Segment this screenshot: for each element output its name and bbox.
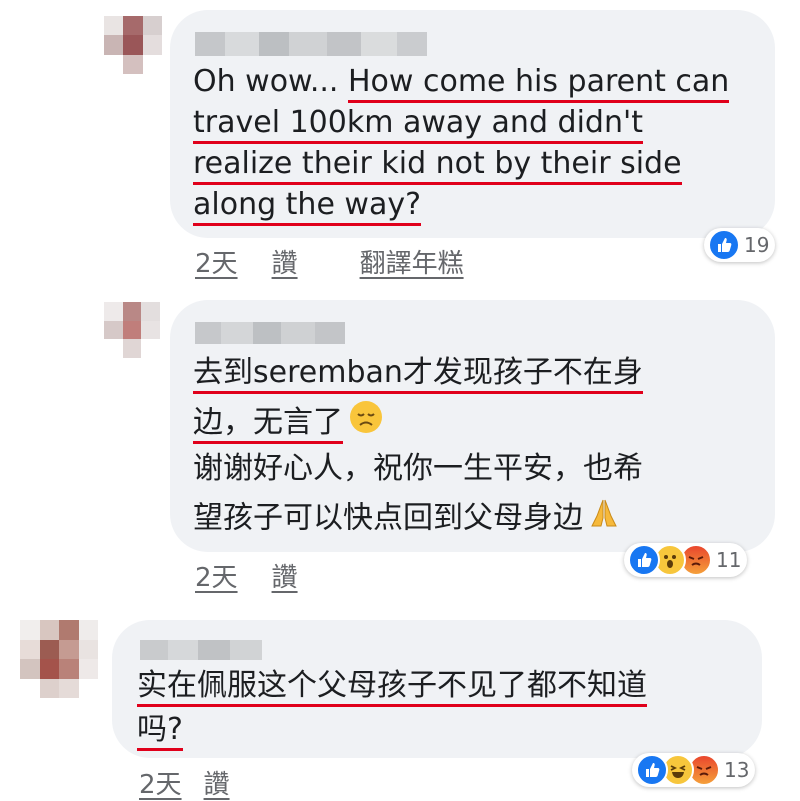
comment-line: 谢谢好心人，祝你一生平安，也希 (193, 451, 643, 486)
reaction-count: 19 (744, 233, 770, 257)
comment-line: 望孩子可以快点回到父母身边 (193, 496, 643, 544)
comment-line: travel 100km away and didn't (193, 104, 729, 145)
reactions-summary[interactable]: 19 (704, 228, 776, 262)
timestamp-link[interactable]: 2天 (139, 764, 182, 801)
like-button[interactable]: 讚 (272, 557, 298, 594)
reactions-summary[interactable]: 11 (624, 543, 748, 577)
comment-line: 吗? (137, 710, 647, 754)
avatar[interactable] (104, 16, 162, 74)
like-button[interactable]: 讚 (272, 243, 298, 280)
highlighted-text: How come his parent can (347, 64, 730, 103)
like-icon (708, 229, 740, 261)
timestamp-link[interactable]: 2天 (195, 557, 238, 594)
highlighted-text: 边，无言了 (193, 404, 343, 444)
like-icon (628, 544, 660, 576)
comment-text: 去到seremban才发现孩子不在身 边，无言了 谢谢好心人，祝你一生平安，也希… (193, 352, 643, 544)
comment-line: 边，无言了 (193, 400, 643, 448)
highlighted-text: along the way? (193, 187, 422, 226)
comment-actions: 2天 讚 (139, 764, 230, 801)
like-icon (636, 754, 668, 786)
avatar[interactable] (104, 302, 160, 358)
comment-actions: 2天 讚 翻譯年糕 (195, 243, 464, 280)
comment-line: Oh wow... How come his parent can (193, 63, 730, 104)
like-button[interactable]: 讚 (204, 764, 230, 801)
commenter-name-blurred[interactable] (195, 322, 345, 344)
comment-actions: 2天 讚 (195, 557, 298, 594)
comment-line: 去到seremban才发现孩子不在身 (193, 352, 643, 400)
translate-button[interactable]: 翻譯年糕 (360, 243, 464, 280)
folded-hands-icon (587, 496, 621, 542)
comment-line: realize their kid not by their side (193, 145, 729, 186)
highlighted-text: 去到seremban才发现孩子不在身 (193, 355, 643, 394)
commenter-name-blurred[interactable] (195, 32, 427, 56)
reaction-count: 11 (716, 548, 742, 572)
comment-line: 实在佩服这个父母孩子不见了都不知道 (137, 666, 647, 710)
timestamp-link[interactable]: 2天 (195, 243, 238, 280)
comment-text: 实在佩服这个父母孩子不见了都不知道 吗? (137, 666, 647, 754)
comment-line: along the way? (193, 186, 729, 227)
disappointed-face-icon (349, 400, 383, 446)
highlighted-text: travel 100km away and didn't (193, 105, 643, 144)
reaction-count: 13 (724, 758, 750, 782)
highlighted-text: 实在佩服这个父母孩子不见了都不知道 (137, 668, 647, 707)
avatar[interactable] (20, 620, 98, 698)
reactions-summary[interactable]: 13 (632, 753, 756, 787)
commenter-name-blurred[interactable] (140, 640, 262, 660)
highlighted-text: 吗? (137, 712, 183, 751)
comment-text: Oh wow... How come his parent can travel… (193, 63, 730, 227)
highlighted-text: realize their kid not by their side (193, 146, 682, 185)
